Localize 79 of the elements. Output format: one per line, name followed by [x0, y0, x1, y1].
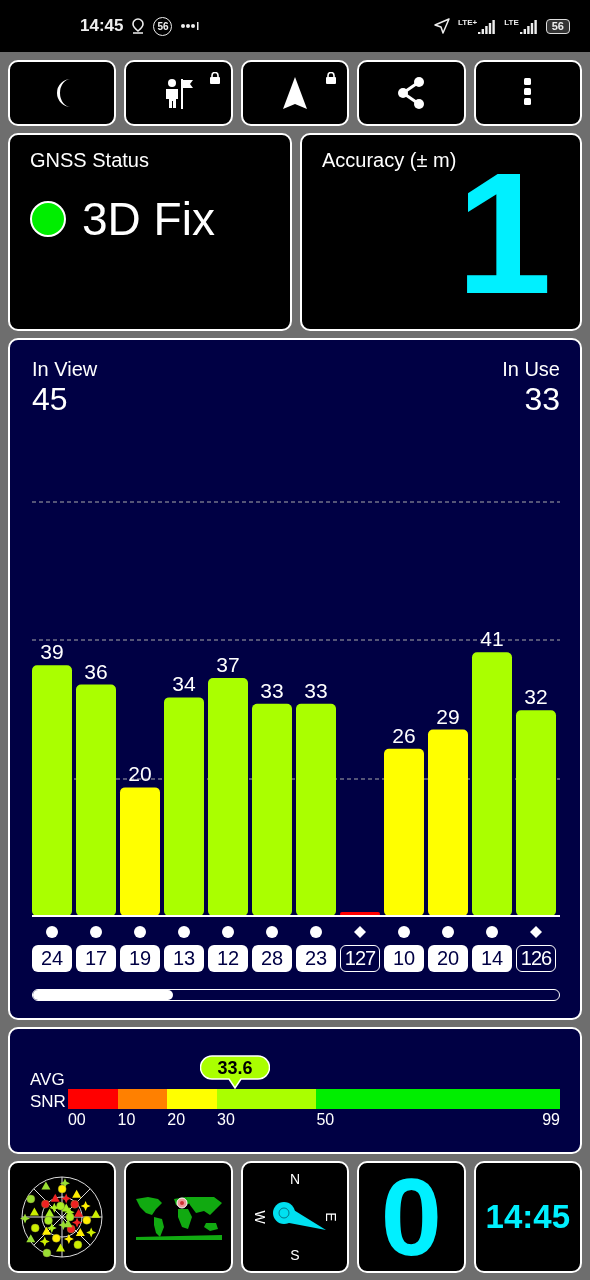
average-bubble: 33.6: [199, 1055, 270, 1089]
navigation-button[interactable]: [240, 60, 350, 126]
scale-label: 99: [542, 1111, 560, 1129]
in-use-label: In Use: [502, 358, 560, 381]
network-type-label: LTE: [504, 18, 519, 27]
compass-tile[interactable]: N W E S: [240, 1161, 350, 1273]
data-label: 36: [84, 659, 108, 683]
circle-marker-icon: [397, 925, 411, 939]
data-label: 33: [260, 678, 284, 702]
compass-north-label: N: [289, 1171, 301, 1187]
circle-marker-icon: [45, 925, 59, 939]
satellite-id: 23: [296, 945, 336, 972]
more-icon: [524, 78, 532, 108]
avg-label: AVG: [30, 1069, 66, 1091]
clock-value: 14:45: [485, 1198, 570, 1236]
diamond-marker-icon: [353, 925, 367, 939]
card-title: GNSS Status: [30, 149, 150, 172]
data-label: 20: [128, 762, 152, 786]
data-label: 29: [436, 704, 460, 728]
data-label: 33: [304, 678, 328, 702]
data-label: 32: [524, 685, 548, 709]
scale-label: 50: [316, 1111, 335, 1129]
scale-label: 30: [217, 1111, 235, 1129]
circle-marker-icon: [133, 925, 147, 939]
circle-marker-icon: [309, 925, 323, 939]
satellite-id: 10: [384, 945, 424, 972]
satellite-id: 17: [76, 945, 116, 972]
circle-marker-icon: [265, 925, 279, 939]
share-button[interactable]: [357, 60, 466, 126]
satellite-id: 28: [252, 945, 292, 972]
accuracy-value: 1: [456, 158, 552, 308]
snr-label: SNR: [30, 1091, 66, 1113]
in-use-count: 33: [524, 381, 560, 418]
battery-level: 56: [545, 18, 570, 34]
in-view-label: In View: [32, 358, 98, 381]
location-pin-icon: [131, 18, 146, 34]
satellite-id: 127: [340, 945, 380, 972]
scale-label: 10: [117, 1111, 136, 1129]
person-flag-button[interactable]: [124, 60, 233, 126]
night-mode-button[interactable]: [8, 60, 117, 126]
circle-marker-icon: [221, 925, 235, 939]
signal-bar: [340, 912, 380, 916]
satellite-id: 126: [516, 945, 556, 972]
satellite-id: 13: [164, 945, 204, 972]
circle-marker-icon: [441, 925, 455, 939]
compass-east-label: E: [322, 1212, 339, 1222]
data-label: 34: [172, 672, 196, 696]
fix-status: 3D Fix: [82, 192, 215, 246]
network-type-label: LTE+: [458, 18, 478, 27]
compass-south-label: S: [290, 1247, 300, 1263]
signal-strength-icon: [519, 18, 538, 34]
compass-west-label: W: [251, 1210, 268, 1224]
sky-plot-tile[interactable]: [8, 1161, 117, 1273]
data-label: 41: [480, 627, 504, 651]
speed-tile[interactable]: 0: [357, 1161, 466, 1273]
data-label: 37: [216, 653, 240, 677]
circle-marker-icon: [89, 925, 103, 939]
satellite-id: 12: [208, 945, 248, 972]
speed-value: 0: [380, 1163, 442, 1271]
satellite-id: 20: [428, 945, 468, 972]
data-label: 26: [392, 723, 416, 747]
in-view-count: 45: [32, 381, 69, 418]
satellite-id: 19: [120, 945, 160, 972]
diamond-marker-icon: [529, 925, 543, 939]
navigation-arrow-icon: [434, 18, 451, 34]
world-map-tile[interactable]: [124, 1161, 233, 1273]
card-title: Accuracy (± m): [322, 149, 458, 172]
circle-marker-icon: [485, 925, 499, 939]
satellite-id: 24: [32, 945, 72, 972]
signal-strength-icon: [478, 18, 497, 34]
more-dots-icon: [180, 22, 201, 30]
satellite-id: 14: [472, 945, 512, 972]
scale-label: 00: [67, 1111, 86, 1129]
circle-marker-icon: [177, 925, 191, 939]
data-label: 39: [40, 640, 64, 664]
scale-label: 20: [167, 1111, 186, 1129]
clock-time: 14:45: [80, 16, 124, 36]
more-menu-button[interactable]: [473, 60, 582, 126]
clock-tile[interactable]: 14:45: [473, 1161, 582, 1273]
